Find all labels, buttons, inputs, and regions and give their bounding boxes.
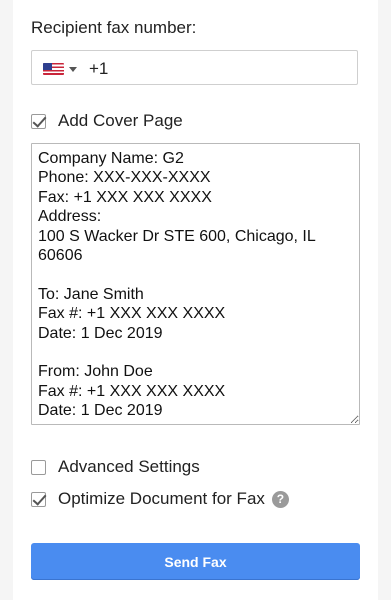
advanced-settings-checkbox[interactable] xyxy=(31,459,46,475)
recipient-fax-label: Recipient fax number: xyxy=(31,18,197,37)
optimize-document-label: Optimize Document for Fax xyxy=(58,489,265,508)
recipient-fax-input[interactable]: +1 xyxy=(31,50,358,85)
chevron-down-icon[interactable] xyxy=(69,67,77,72)
fax-panel: Recipient fax number: +1 Add Cover Page … xyxy=(13,0,378,600)
us-flag-icon[interactable] xyxy=(43,63,64,75)
cover-page-textarea[interactable]: Company Name: G2 Phone: XXX-XXX-XXXX Fax… xyxy=(31,143,360,425)
advanced-settings-option[interactable]: Advanced Settings xyxy=(31,457,200,477)
send-fax-button[interactable]: Send Fax xyxy=(31,543,360,580)
add-cover-page-checkbox[interactable] xyxy=(31,113,46,129)
dial-code[interactable]: +1 xyxy=(89,59,108,79)
advanced-settings-label: Advanced Settings xyxy=(58,457,200,476)
add-cover-page-option[interactable]: Add Cover Page xyxy=(31,111,183,131)
optimize-document-option[interactable]: Optimize Document for Fax ? xyxy=(31,489,289,509)
help-icon[interactable]: ? xyxy=(271,490,289,508)
add-cover-page-label: Add Cover Page xyxy=(58,111,183,130)
optimize-document-checkbox[interactable] xyxy=(31,491,46,507)
